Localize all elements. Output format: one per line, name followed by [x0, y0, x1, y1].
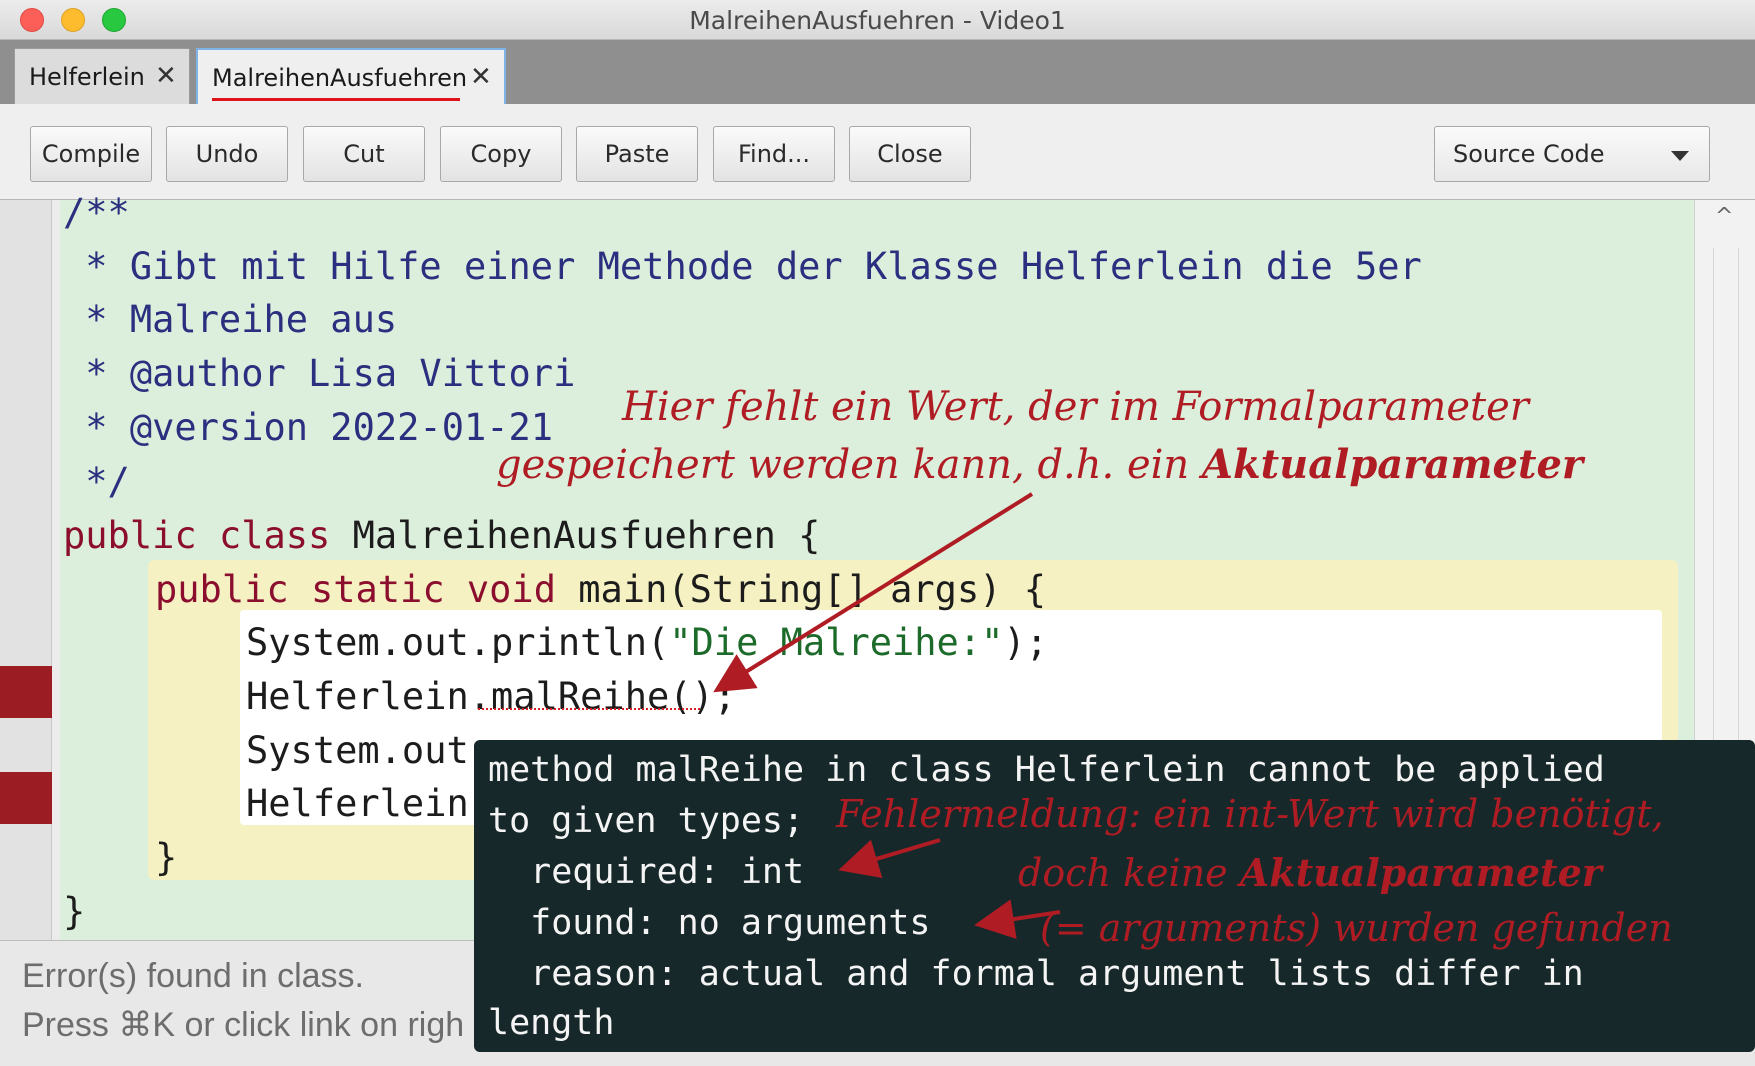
code-line[interactable]: * Gibt mit Hilfe einer Methode der Klass… — [63, 240, 1422, 293]
error-text-line: found: no arguments — [488, 903, 931, 943]
undo-button[interactable]: Undo — [166, 126, 288, 182]
code-line[interactable]: public static void main(String[] args) { — [155, 563, 1046, 616]
tab-label: MalreihenAusfuehren — [212, 64, 468, 92]
cut-button[interactable]: Cut — [303, 126, 425, 182]
tab-malreihenausfuehren[interactable]: MalreihenAusfuehren ✕ — [196, 48, 506, 104]
tab-underline — [212, 98, 460, 101]
string-literal: "Die Malreihe:" — [669, 621, 1004, 664]
code-line[interactable]: System.out — [246, 724, 469, 777]
scroll-up-icon[interactable]: ^ — [1715, 204, 1733, 229]
error-squiggle — [478, 706, 700, 710]
keyword: class — [218, 514, 331, 557]
code-text: System.out.println( — [246, 621, 670, 664]
code-line[interactable]: * @version 2022-01-21 — [63, 401, 553, 454]
error-text-line: required: int — [488, 852, 805, 892]
window-title: MalreihenAusfuehren - Video1 — [689, 6, 1066, 35]
code-line[interactable]: } — [155, 831, 177, 884]
annotation-text: gespeichert werden kann, d.h. ein Aktual… — [496, 441, 1583, 488]
error-text-line: reason: actual and formal argument lists… — [488, 954, 1584, 994]
keyword: public — [63, 514, 197, 557]
code-line[interactable]: * Malreihe aus — [63, 293, 397, 346]
error-text-line: to given types; — [488, 801, 805, 841]
code-line[interactable]: public class MalreihenAusfuehren { — [63, 509, 820, 562]
code-line[interactable]: Helferlein — [246, 777, 469, 830]
error-marker[interactable] — [0, 772, 52, 824]
keyword: static — [310, 568, 445, 611]
code-text: ); — [1003, 621, 1048, 664]
paste-button[interactable]: Paste — [576, 126, 698, 182]
error-popup: method malReihe in class Helferlein cann… — [474, 740, 1755, 1052]
annotation-text: gespeichert werden kann, d.h. ein — [496, 442, 1202, 488]
annotation-text: Hier fehlt ein Wert, der im Formalparame… — [622, 384, 1529, 430]
annotation-text: doch keine Aktualparameter — [1018, 850, 1602, 895]
chevron-down-icon — [1671, 151, 1689, 161]
find-button[interactable]: Find... — [713, 126, 835, 182]
code-text: main(String[] args) { — [555, 568, 1047, 611]
annotation-emphasis: Aktualparameter — [1201, 441, 1583, 488]
code-text: MalreihenAusfuehren { — [330, 514, 821, 557]
status-hint: Press ⌘K or click link on righ — [22, 1006, 465, 1044]
copy-button[interactable]: Copy — [440, 126, 562, 182]
compile-button[interactable]: Compile — [30, 126, 152, 182]
tab-strip: Helferlein ✕ MalreihenAusfuehren ✕ — [0, 40, 1755, 104]
status-message: Error(s) found in class. — [22, 957, 364, 995]
keyword: void — [466, 568, 556, 611]
annotation-text: doch keine — [1018, 851, 1240, 895]
error-text-line: length — [488, 1003, 615, 1043]
code-line[interactable]: * @author Lisa Vittori — [63, 347, 575, 400]
code-line[interactable]: System.out.println("Die Malreihe:"); — [246, 616, 1048, 669]
annotation-text: (= arguments) wurden gefunden — [1040, 906, 1673, 950]
title-bar: MalreihenAusfuehren - Video1 — [0, 0, 1755, 40]
code-line[interactable]: */ — [63, 455, 130, 508]
view-select[interactable]: Source Code — [1434, 126, 1710, 182]
close-icon[interactable]: ✕ — [155, 61, 177, 91]
editor-gutter[interactable] — [0, 200, 52, 940]
annotation-emphasis: Aktualparameter — [1239, 850, 1602, 895]
view-select-value: Source Code — [1453, 140, 1605, 168]
annotation-text: Fehlermeldung: ein int-Wert wird benötig… — [836, 792, 1664, 836]
close-button[interactable]: Close — [849, 126, 971, 182]
toolbar: Compile Undo Cut Copy Paste Find... Clos… — [0, 104, 1755, 200]
code-line[interactable]: /** — [63, 186, 130, 239]
keyword: public — [155, 568, 289, 611]
tab-label: Helferlein — [29, 63, 145, 91]
close-icon[interactable]: ✕ — [470, 62, 492, 92]
error-marker[interactable] — [0, 666, 52, 718]
code-line[interactable]: Helferlein.malReihe(); — [246, 670, 736, 723]
tab-helferlein[interactable]: Helferlein ✕ — [14, 48, 190, 104]
code-line[interactable]: } — [63, 885, 85, 938]
error-text-line: method malReihe in class Helferlein cann… — [488, 750, 1605, 790]
